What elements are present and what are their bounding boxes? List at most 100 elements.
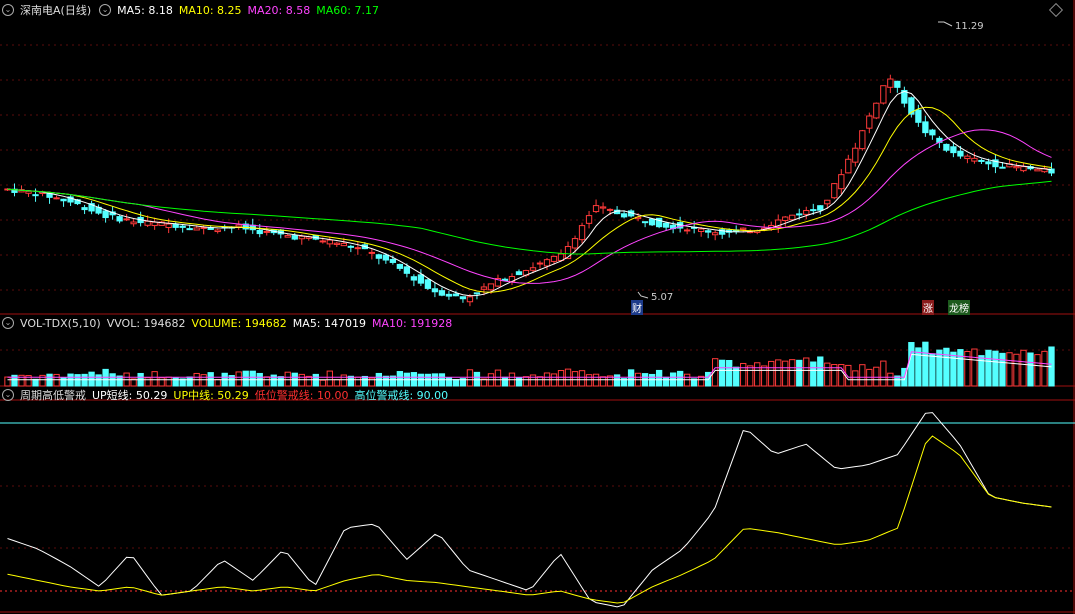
volume-bar bbox=[144, 377, 151, 387]
volume-bar bbox=[578, 370, 586, 387]
candle-body bbox=[873, 102, 880, 119]
volume-bar bbox=[410, 372, 418, 387]
finance-tag[interactable]: 财 bbox=[631, 300, 643, 315]
volume-bar bbox=[263, 376, 270, 387]
candle-body bbox=[796, 213, 803, 216]
chevron-down-icon[interactable]: ⌄ bbox=[2, 4, 14, 16]
candle-body bbox=[866, 115, 873, 129]
ma5-value: MA5: 8.18 bbox=[117, 3, 173, 17]
candle-body bbox=[529, 267, 537, 271]
candle-body bbox=[698, 228, 705, 233]
volume-bar bbox=[999, 352, 1006, 387]
candle-body bbox=[894, 80, 901, 88]
low-marker-arrow bbox=[637, 291, 649, 299]
candle-body bbox=[578, 225, 586, 241]
candle-body bbox=[32, 194, 39, 197]
volume-bar bbox=[599, 376, 607, 387]
volume-bar bbox=[95, 374, 102, 387]
ma10-value: MA10: 8.25 bbox=[178, 3, 242, 17]
candle-body bbox=[375, 254, 383, 259]
candle-body bbox=[368, 251, 376, 254]
volume-bar bbox=[536, 376, 544, 387]
candle-body bbox=[585, 215, 593, 224]
candle-body bbox=[347, 245, 354, 248]
candle-body bbox=[382, 254, 390, 261]
candle-body bbox=[256, 229, 263, 235]
volume-bar bbox=[340, 374, 347, 387]
candle-body bbox=[403, 266, 411, 274]
up-mid-line bbox=[7, 435, 1052, 604]
candle-body bbox=[151, 221, 158, 227]
limit-up-tag[interactable]: 涨 bbox=[922, 300, 934, 315]
candle-body bbox=[102, 210, 109, 219]
volume-bar bbox=[817, 356, 824, 387]
candle-body bbox=[880, 85, 887, 104]
kline-chart-canvas bbox=[0, 0, 1075, 614]
volume-bar bbox=[852, 370, 859, 387]
dragon-tiger-tag[interactable]: 龙榜 bbox=[948, 300, 970, 315]
volume-bar bbox=[200, 374, 207, 387]
volume-bar bbox=[529, 374, 537, 387]
chevron-down-icon[interactable]: ⌄ bbox=[99, 4, 112, 16]
volume-bar bbox=[747, 365, 754, 387]
volume-bar bbox=[32, 378, 39, 387]
price-markers bbox=[637, 21, 953, 299]
volume-bar bbox=[740, 362, 747, 387]
ma60-value: MA60: 7.17 bbox=[316, 3, 379, 17]
volume-bar bbox=[613, 374, 621, 387]
volume-bar bbox=[985, 349, 992, 387]
volume-value: VOLUME: 194682 bbox=[191, 316, 287, 330]
candle-body bbox=[971, 157, 978, 162]
high-price-label: 11.29 bbox=[955, 21, 984, 32]
volume-bar bbox=[992, 350, 999, 387]
candle-body bbox=[536, 262, 544, 265]
up-short-line bbox=[7, 412, 1052, 608]
candle-body bbox=[417, 274, 425, 284]
volume-bar bbox=[936, 349, 943, 387]
candle-body bbox=[144, 220, 151, 226]
candle-body bbox=[193, 227, 200, 231]
volume-bar bbox=[761, 365, 768, 387]
candle-body bbox=[599, 206, 607, 209]
vol-ma10-value: MA10: 191928 bbox=[372, 316, 453, 330]
volume-bar bbox=[915, 347, 922, 387]
volume-bar bbox=[361, 375, 369, 387]
volume-bar bbox=[186, 376, 193, 387]
volume-bar bbox=[501, 376, 509, 387]
volume-bar bbox=[908, 342, 915, 387]
candle-body bbox=[803, 210, 810, 215]
candle-body bbox=[25, 190, 32, 194]
volume-bar bbox=[172, 377, 179, 387]
candle-body bbox=[130, 221, 137, 225]
volume-bar bbox=[445, 377, 453, 387]
volume-bar bbox=[880, 360, 887, 387]
candle-body bbox=[116, 216, 123, 222]
volume-bar bbox=[158, 377, 165, 387]
vol-ma5-value: MA5: 147019 bbox=[292, 316, 367, 330]
candle-body bbox=[705, 230, 712, 233]
vol-indicator-name[interactable]: VOL-TDX(5,10) bbox=[20, 317, 101, 330]
volume-bar bbox=[305, 375, 312, 387]
candle-body bbox=[662, 222, 670, 228]
candle-body bbox=[950, 146, 957, 154]
stock-name[interactable]: 深南电A(日线) bbox=[20, 2, 91, 18]
candle-body bbox=[887, 78, 894, 88]
chevron-down-icon[interactable]: ⌄ bbox=[2, 317, 14, 329]
volume-bar bbox=[165, 376, 172, 387]
osc-indicator-name[interactable]: 周期高低警戒 bbox=[20, 387, 86, 403]
volume-ma10-line bbox=[7, 351, 1052, 378]
candle-body bbox=[473, 292, 481, 295]
candle-body bbox=[859, 130, 866, 150]
candle-body bbox=[1013, 165, 1020, 169]
volume-bar bbox=[824, 362, 831, 387]
volume-bar bbox=[698, 375, 705, 387]
candle-body bbox=[648, 218, 656, 226]
ma60-line bbox=[7, 180, 1052, 255]
candle-body bbox=[712, 232, 719, 236]
volume-bar bbox=[326, 370, 333, 387]
candle-body bbox=[810, 209, 817, 212]
candle-body bbox=[186, 228, 193, 231]
volume-bar bbox=[396, 371, 404, 387]
candle-body bbox=[620, 213, 628, 218]
chevron-down-icon[interactable]: ⌄ bbox=[2, 389, 14, 401]
